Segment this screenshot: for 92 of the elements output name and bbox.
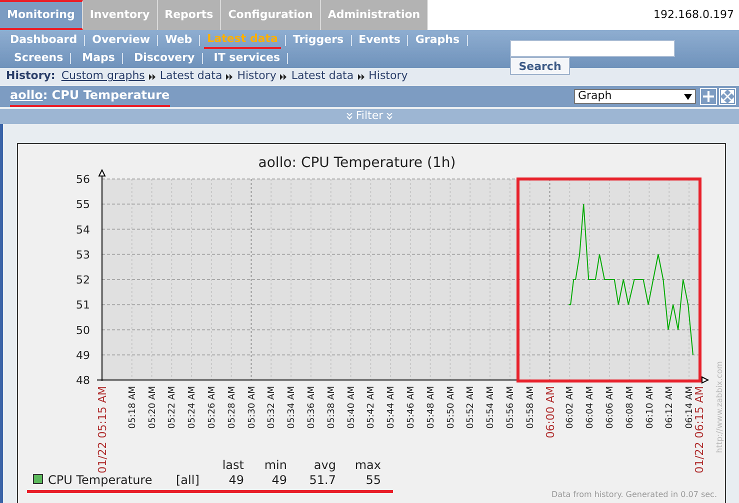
legend-header: avg	[314, 458, 336, 472]
y-axis-label: 53	[76, 248, 90, 262]
x-axis-label: 05:36 AM	[306, 386, 317, 429]
submenu-link[interactable]: IT services	[210, 50, 284, 66]
x-axis-label: 05:56 AM	[506, 386, 516, 429]
x-axis-label: 05:38 AM	[326, 386, 337, 429]
x-axis-label: 05:54 AM	[486, 386, 496, 429]
caret-icon	[684, 94, 692, 100]
submenu-link[interactable]: Maps	[79, 50, 118, 66]
view-select[interactable]: Graph	[574, 89, 696, 104]
x-axis-label: 05:32 AM	[267, 386, 278, 429]
plus-icon	[703, 91, 714, 102]
x-axis-label: 05:26 AM	[207, 386, 218, 429]
submenu-link[interactable]: Dashboard	[7, 32, 80, 48]
graph-heading: aollo: CPU Temperature	[10, 86, 170, 107]
add-button[interactable]	[700, 88, 717, 105]
double-chevron-icon	[280, 74, 288, 80]
main-tab[interactable]: Monitoring	[0, 0, 83, 30]
legend-header: max	[354, 458, 381, 472]
submenu-link[interactable]: Triggers	[290, 32, 347, 48]
watermark-text: http://www.zabbix.com	[715, 361, 724, 453]
double-chevron-icon	[358, 74, 365, 80]
main-tab[interactable]: Configuration	[221, 0, 321, 30]
legend-value: 49	[272, 473, 287, 487]
y-axis-label: 54	[76, 223, 90, 236]
legend-value: 49	[228, 473, 244, 487]
x-axis-label: 05:44 AM	[386, 386, 397, 429]
x-axis-label: 05:30 AM	[247, 386, 258, 429]
server-address: 192.168.0.197	[654, 6, 735, 23]
x-axis-label: 05:48 AM	[426, 386, 436, 429]
x-axis-label: 05:52 AM	[466, 386, 476, 429]
filter-toggle[interactable]: Filter	[356, 108, 384, 125]
search-field[interactable]	[510, 40, 675, 57]
footer-note: Data from history. Generated in 0.07 sec.	[552, 490, 717, 499]
x-axis-label: 06:00 AM	[544, 386, 557, 438]
y-axis-label: 49	[76, 348, 90, 362]
x-axis-label: 05:18 AM	[128, 386, 138, 429]
legend-header: min	[264, 458, 287, 472]
fullscreen-icon	[721, 90, 734, 103]
double-chevron-icon	[226, 74, 234, 80]
x-axis-label: 05:22 AM	[168, 386, 178, 429]
breadcrumb-link[interactable]: History	[368, 68, 408, 85]
breadcrumb-link[interactable]: Latest data	[160, 68, 222, 85]
submenu-link[interactable]: Web	[162, 32, 196, 48]
x-axis-label: 06:14 AM	[685, 386, 696, 429]
x-axis-label: 05:50 AM	[446, 386, 456, 429]
breadcrumb-link[interactable]: Custom graphs	[61, 68, 145, 85]
submenu-link[interactable]: Graphs	[412, 32, 463, 48]
x-axis-label: 06:12 AM	[665, 386, 676, 429]
y-axis-label: 55	[76, 198, 90, 212]
breadcrumb-link[interactable]: History	[237, 68, 276, 85]
x-axis-label: 06:10 AM	[645, 386, 656, 429]
double-chevron-icon	[346, 113, 353, 120]
legend-series-name: CPU Temperature	[48, 473, 152, 487]
double-chevron-icon	[386, 113, 394, 120]
breadcrumb-link[interactable]: Latest data	[291, 68, 354, 85]
main-tab[interactable]: Reports	[158, 0, 222, 30]
legend-header: last	[222, 458, 244, 472]
y-axis-label: 52	[76, 274, 90, 286]
main-tab[interactable]: Administration	[320, 0, 428, 30]
y-axis-label: 51	[76, 298, 90, 312]
double-chevron-icon	[148, 74, 156, 80]
x-axis-label: 06:04 AM	[586, 386, 596, 429]
legend-scope: [all]	[176, 473, 200, 487]
submenu-link[interactable]: Discovery	[130, 50, 198, 66]
x-axis-label: 06:02 AM	[566, 386, 576, 429]
x-axis-label: 05:42 AM	[366, 386, 377, 429]
x-axis-label: 05:40 AM	[346, 386, 357, 429]
search-button[interactable]: Search	[510, 57, 570, 75]
main-tab[interactable]: Inventory	[82, 0, 158, 30]
x-axis-label: 05:46 AM	[406, 386, 416, 429]
x-axis-label: 01/22 06:15 AM	[693, 386, 706, 474]
y-axis-label: 56	[76, 173, 90, 186]
host-link[interactable]: aollo	[10, 88, 43, 102]
graph-title: aollo: CPU Temperature (1h)	[258, 155, 456, 171]
x-axis-label: 05:20 AM	[148, 386, 158, 429]
x-axis-label: 06:06 AM	[605, 386, 616, 429]
legend-value: 55	[366, 473, 381, 487]
x-axis-label: 05:28 AM	[227, 386, 238, 429]
history-label: History:	[6, 68, 56, 84]
legend-value: 51.7	[309, 473, 336, 487]
submenu-link[interactable]: Screens	[11, 50, 66, 66]
x-axis-label: 05:34 AM	[287, 386, 298, 429]
submenu-link[interactable]: Overview	[89, 32, 154, 48]
x-axis-label: 06:08 AM	[625, 386, 636, 429]
submenu-link[interactable]: Events	[356, 32, 404, 48]
x-axis-label: 05:58 AM	[526, 386, 536, 429]
x-axis-label: 05:24 AM	[188, 386, 198, 429]
y-axis-label: 48	[76, 374, 90, 387]
fullscreen-button[interactable]	[719, 88, 736, 105]
x-axis-label: 01/22 05:15 AM	[96, 386, 109, 474]
y-axis-label: 50	[76, 324, 90, 337]
